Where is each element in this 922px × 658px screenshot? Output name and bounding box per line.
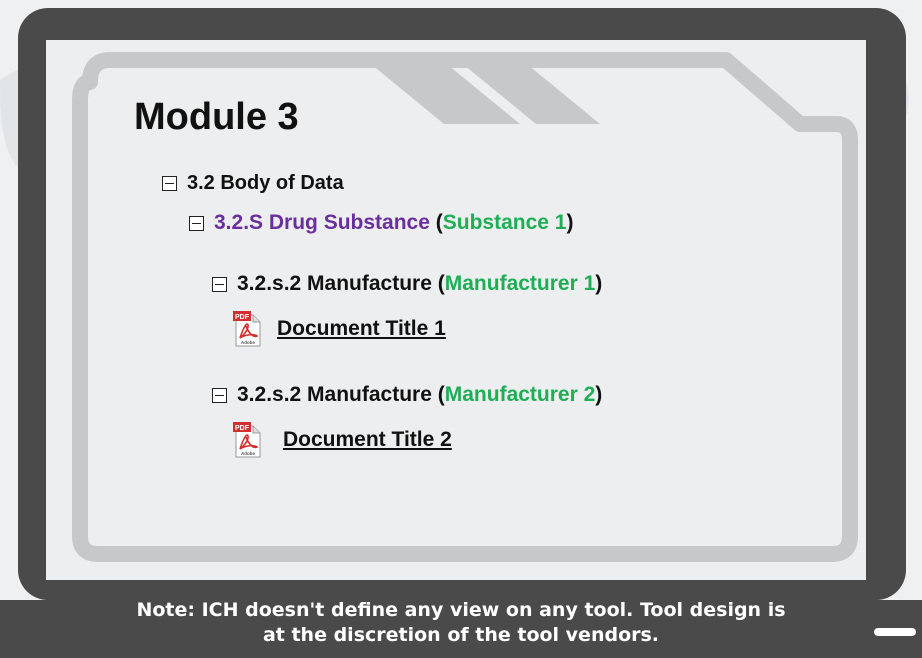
collapse-toggle-icon[interactable]	[212, 387, 227, 403]
substance-name: Substance 1	[442, 211, 567, 234]
tree-node-body-of-data[interactable]: 3.2 Body of Data	[162, 172, 344, 195]
paren-open: (	[437, 272, 445, 295]
pdf-file-icon: PDF Adobe	[233, 311, 261, 347]
document-title-link[interactable]: Document Title 2	[283, 428, 452, 452]
document-title-link[interactable]: Document Title 1	[277, 317, 446, 341]
pdf-file-icon: PDF Adobe	[233, 422, 261, 458]
node-label: 3.2.s.2 Manufacture	[237, 383, 432, 406]
module-title: Module 3	[134, 96, 299, 138]
node-label: 3.2.s.2 Manufacture	[237, 272, 432, 295]
svg-text:Adobe: Adobe	[241, 451, 255, 456]
footnote-line-2: at the discretion of the tool vendors.	[262, 624, 660, 646]
document-item-2[interactable]: PDF Adobe Document Title 2	[233, 421, 452, 459]
footnote: Note: ICH doesn't define any view on any…	[0, 598, 922, 648]
svg-text:Adobe: Adobe	[241, 340, 255, 345]
node-label: 3.2.S Drug Substance	[214, 211, 430, 234]
svg-text:PDF: PDF	[235, 425, 250, 432]
manufacturer-name: Manufacturer 2	[444, 383, 596, 406]
paren-close: )	[595, 272, 603, 295]
slide-indicator	[874, 628, 916, 636]
footnote-line-1: Note: ICH doesn't define any view on any…	[136, 599, 786, 621]
paren-close: )	[595, 383, 603, 406]
paren-open: (	[437, 383, 445, 406]
collapse-toggle-icon[interactable]	[189, 215, 204, 231]
tree-node-manufacture-2[interactable]: 3.2.s.2 Manufacture ( Manufacturer 2 )	[212, 383, 602, 407]
tree-node-manufacture-1[interactable]: 3.2.s.2 Manufacture ( Manufacturer 1 )	[212, 272, 602, 296]
manufacturer-name: Manufacturer 1	[444, 272, 596, 295]
svg-text:PDF: PDF	[235, 314, 250, 321]
collapse-toggle-icon[interactable]	[162, 176, 177, 191]
collapse-toggle-icon[interactable]	[212, 276, 227, 292]
paren-close: )	[566, 211, 574, 234]
tree-node-drug-substance[interactable]: 3.2.S Drug Substance ( Substance 1 )	[189, 211, 573, 235]
paren-open: (	[435, 211, 443, 234]
document-item-1[interactable]: PDF Adobe Document Title 1	[233, 310, 446, 348]
node-label: 3.2 Body of Data	[187, 172, 344, 194]
